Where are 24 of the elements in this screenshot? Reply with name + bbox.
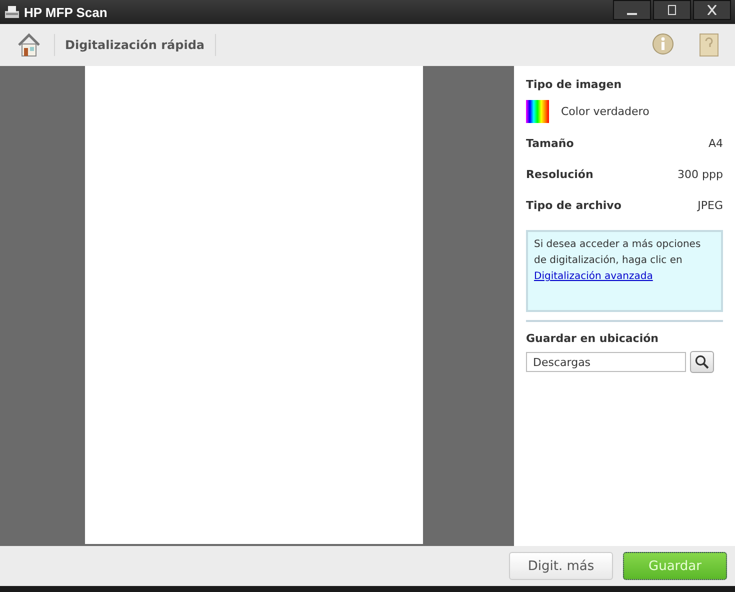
scan-more-button[interactable]: Digit. más (509, 552, 613, 580)
toolbar-title: Digitalización rápida (64, 38, 206, 52)
advanced-scan-link[interactable]: Digitalización avanzada (534, 271, 653, 282)
close-icon (706, 5, 718, 15)
minimize-icon (627, 13, 637, 15)
color-spectrum-icon (526, 100, 549, 123)
maximize-icon (666, 5, 678, 15)
setting-label: Resolución (526, 168, 594, 181)
scanner-icon (4, 5, 20, 19)
window-title: HP MFP Scan (24, 4, 108, 20)
setting-value: Color verdadero (561, 105, 650, 118)
location-field[interactable]: Descargas (526, 352, 686, 372)
minimize-button[interactable] (613, 0, 651, 20)
setting-label: Tamaño (526, 137, 574, 150)
setting-value: JPEG (698, 199, 723, 212)
field-label: Guardar en ubicación (526, 332, 660, 345)
browse-button[interactable] (690, 351, 714, 373)
setting-label: Tipo de archivo (526, 199, 622, 212)
setting-label: Tipo de imagen (526, 78, 623, 91)
close-button[interactable] (693, 0, 731, 20)
setting-value: 300 ppp (678, 168, 723, 181)
setting-value: A4 (708, 137, 723, 150)
info-text: Si desea acceder a más opciones de digitalización, haga clic en Digitalización avanzada (534, 238, 702, 284)
maximize-button[interactable] (653, 0, 691, 20)
